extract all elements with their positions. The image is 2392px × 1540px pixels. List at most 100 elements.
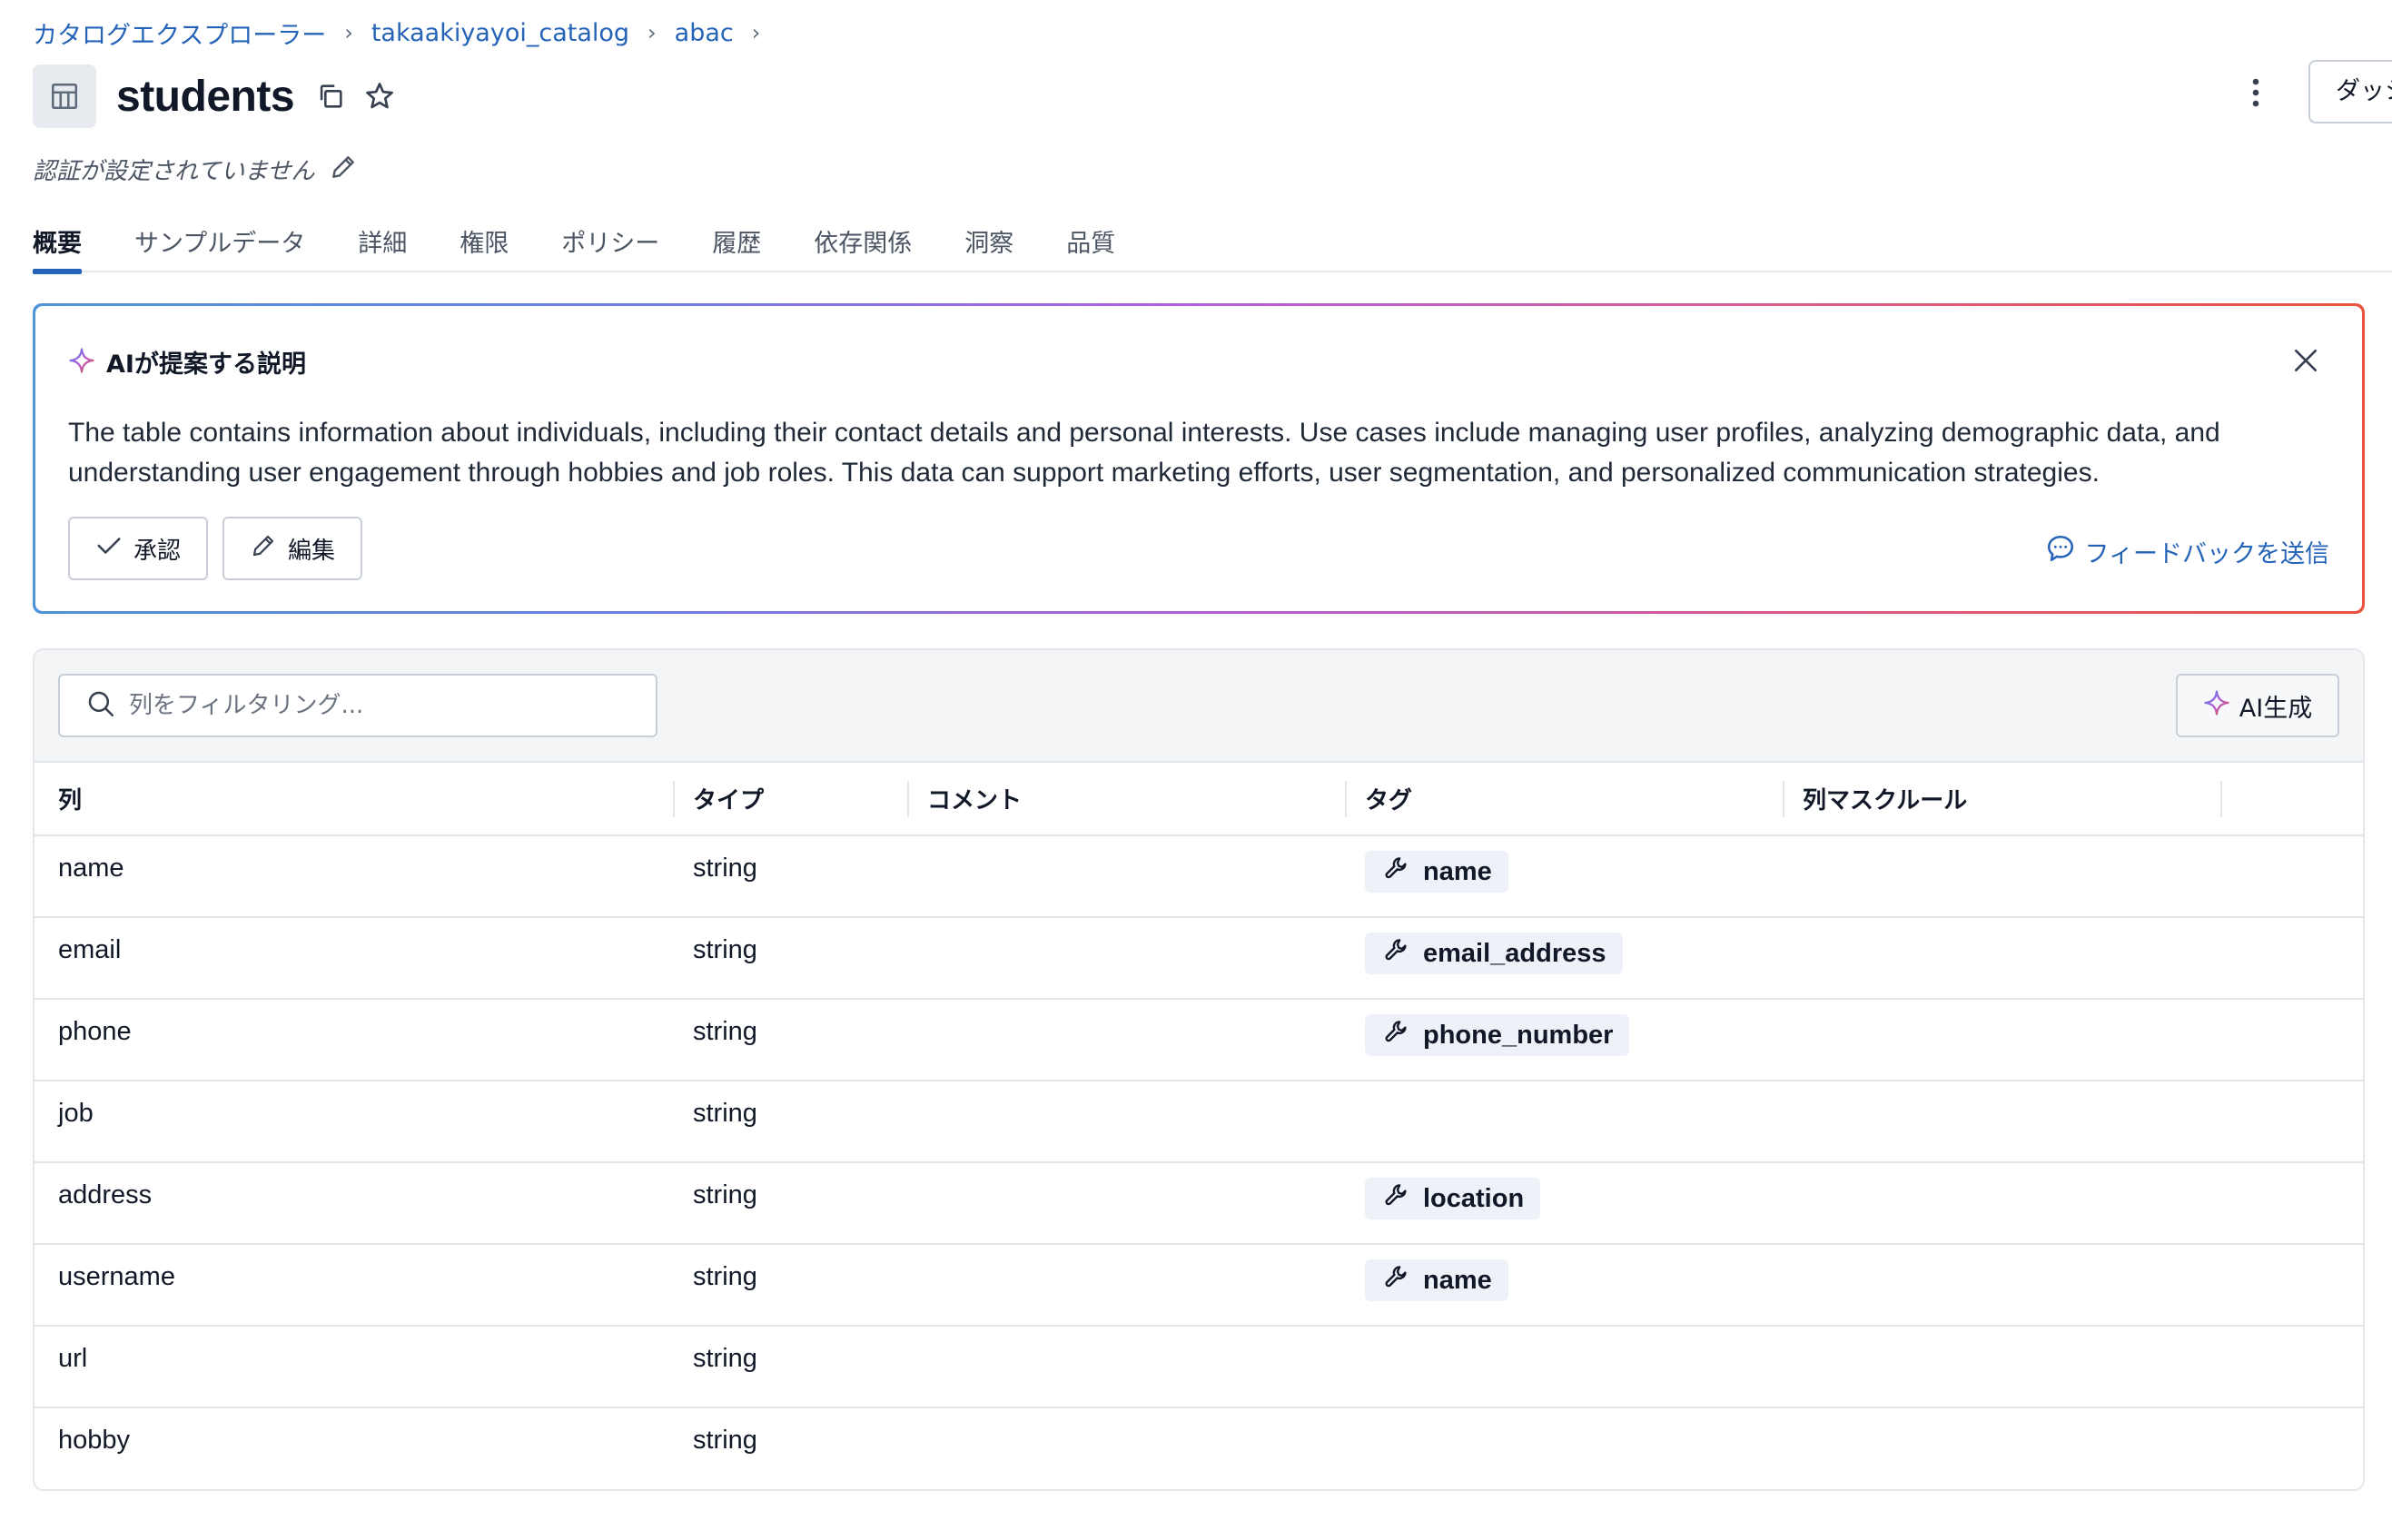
wrench-icon [1383, 1181, 1410, 1216]
pencil-icon [250, 532, 277, 566]
table-row[interactable]: phone string phone_number [35, 999, 2363, 1081]
certification-status: 認証が設定されていません [33, 157, 315, 185]
tab-lineage[interactable]: 依存関係 [814, 218, 912, 272]
table-icon [33, 64, 96, 128]
row-spacer-cell [2222, 1407, 2363, 1489]
column-header-type[interactable]: タイプ [675, 763, 909, 836]
tag-chip[interactable]: phone_number [1365, 1014, 1630, 1056]
chevron-right-icon: › [647, 20, 657, 45]
dashboard-button[interactable]: ダッシ [2308, 60, 2392, 123]
tab-overview[interactable]: 概要 [33, 218, 82, 274]
close-icon[interactable] [2288, 342, 2324, 379]
tag-chip[interactable]: name [1365, 851, 1508, 893]
row-spacer-cell [2222, 1326, 2363, 1408]
tab-permissions[interactable]: 権限 [460, 218, 509, 272]
table-row[interactable]: url string [35, 1326, 2363, 1408]
edit-label: 編集 [288, 537, 336, 565]
column-type-cell: string [675, 1162, 909, 1245]
column-type-cell: string [675, 1244, 909, 1327]
column-tags-cell: phone_number [1347, 999, 1784, 1081]
tab-sample-data[interactable]: サンプルデータ [134, 218, 305, 272]
ai-suggestion-card: AIが提案する説明 The table contains information… [33, 303, 2365, 614]
table-header-row: 列 タイプ コメント タグ 列マスクルール [35, 763, 2363, 836]
tab-insights[interactable]: 洞察 [964, 218, 1013, 272]
column-comment-cell[interactable] [909, 1407, 1347, 1489]
table-row[interactable]: username string name [35, 1244, 2363, 1327]
page-title: students [116, 72, 295, 121]
search-icon [85, 688, 116, 723]
row-spacer-cell [2222, 835, 2363, 918]
column-tags-cell: location [1347, 1162, 1784, 1245]
edit-button[interactable]: 編集 [222, 517, 362, 580]
title-row: students [33, 64, 400, 129]
column-mask-cell [1784, 1162, 2222, 1245]
kebab-menu-icon[interactable] [2236, 73, 2276, 113]
columns-toolbar: AI生成 [35, 650, 2363, 763]
table-row[interactable]: email string email_address [35, 917, 2363, 1000]
tag-label: phone_number [1423, 1020, 1614, 1050]
ai-suggested-description: The table contains information about ind… [68, 418, 2220, 488]
breadcrumb: カタログエクスプローラー › takaakiyayoi_catalog › ab… [33, 15, 778, 51]
table-row[interactable]: address string location [35, 1162, 2363, 1245]
tag-label: location [1423, 1183, 1525, 1213]
breadcrumb-catalog-explorer[interactable]: カタログエクスプローラー [33, 15, 326, 51]
tab-details[interactable]: 詳細 [358, 218, 407, 272]
column-comment-cell[interactable] [909, 917, 1347, 1000]
row-spacer-cell [2222, 999, 2363, 1081]
column-type-cell: string [693, 1426, 757, 1455]
tag-label: name [1423, 1265, 1492, 1295]
table-row[interactable]: hobby string [35, 1407, 2363, 1489]
tab-bar: 概要 サンプルデータ 詳細 権限 ポリシー 履歴 依存関係 洞察 品質 [33, 218, 2392, 274]
column-comment-cell[interactable] [909, 999, 1347, 1081]
tag-chip[interactable]: name [1365, 1259, 1508, 1301]
breadcrumb-schema[interactable]: abac [675, 19, 734, 47]
column-header-comment[interactable]: コメント [909, 763, 1347, 836]
chat-bubble-icon [2045, 533, 2076, 570]
breadcrumb-catalog[interactable]: takaakiyayoi_catalog [371, 19, 629, 47]
column-name-cell: address [35, 1162, 675, 1245]
column-filter-input[interactable] [129, 692, 638, 719]
column-header-name[interactable]: 列 [35, 763, 675, 836]
row-spacer-cell [2222, 1162, 2363, 1245]
tab-quality[interactable]: 品質 [1066, 218, 1115, 272]
column-tags-cell [1347, 1407, 1784, 1489]
column-tags-cell: name [1347, 835, 1784, 918]
column-comment-cell[interactable] [909, 1081, 1347, 1163]
column-header-tags[interactable]: タグ [1347, 763, 1784, 836]
table-row[interactable]: name string name [35, 835, 2363, 918]
approve-button[interactable]: 承認 [68, 517, 208, 580]
copy-icon[interactable] [311, 76, 351, 116]
column-comment-cell[interactable] [909, 1326, 1347, 1408]
column-header-mask-rule[interactable]: 列マスクルール [1784, 763, 2222, 836]
column-comment-cell[interactable] [909, 835, 1347, 918]
chevron-right-icon: › [751, 20, 761, 45]
tab-history[interactable]: 履歴 [712, 218, 761, 272]
column-comment-cell[interactable] [909, 1244, 1347, 1327]
column-header-spacer [2222, 763, 2363, 836]
send-feedback-link[interactable]: フィードバックを送信 [2045, 533, 2329, 570]
tab-policies[interactable]: ポリシー [561, 218, 659, 272]
column-filter-field[interactable] [58, 674, 657, 737]
column-mask-cell [1784, 917, 2222, 1000]
ai-generate-button[interactable]: AI生成 [2176, 674, 2339, 737]
column-name-cell: hobby [58, 1426, 131, 1455]
columns-table: 列 タイプ コメント タグ 列マスクルール name string name emai… [35, 763, 2363, 1489]
column-type-cell: string [675, 999, 909, 1081]
tag-chip[interactable]: location [1365, 1178, 1541, 1219]
column-mask-cell [1784, 1326, 2222, 1408]
row-spacer-cell [2222, 917, 2363, 1000]
column-tags-cell [1347, 1326, 1784, 1408]
column-tags-cell: name [1347, 1244, 1784, 1327]
ai-generate-label: AI生成 [2239, 694, 2313, 723]
table-row[interactable]: job string [35, 1081, 2363, 1163]
column-comment-cell[interactable] [909, 1162, 1347, 1245]
ai-suggestion-heading: AIが提案する説明 [106, 350, 306, 379]
column-name-cell: job [35, 1081, 675, 1163]
tag-chip[interactable]: email_address [1365, 933, 1623, 974]
tag-label: email_address [1423, 938, 1606, 968]
column-name-cell: username [35, 1244, 675, 1327]
column-name-cell: phone [35, 999, 675, 1081]
star-icon[interactable] [360, 76, 400, 116]
column-type-cell: string [675, 917, 909, 1000]
pencil-icon[interactable] [329, 153, 358, 185]
